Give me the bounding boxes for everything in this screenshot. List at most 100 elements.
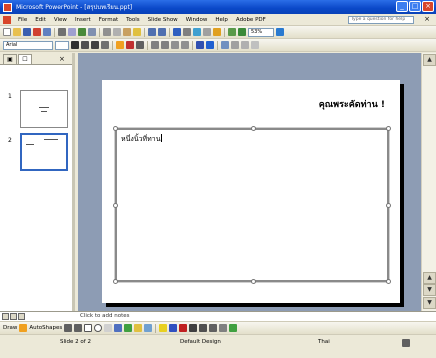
shadow-style-icon[interactable] xyxy=(219,324,228,332)
clip-art-icon[interactable] xyxy=(134,324,143,332)
expand-all-icon[interactable] xyxy=(228,28,236,36)
menu-edit[interactable]: Edit xyxy=(31,17,50,23)
normal-view-icon[interactable] xyxy=(2,313,9,320)
autoshapes-menu[interactable]: AutoShapes xyxy=(29,325,62,331)
print-icon[interactable] xyxy=(58,28,66,36)
slide-title[interactable]: คุณพระคัดท่าน ! xyxy=(102,97,390,111)
font-color-icon[interactable] xyxy=(196,41,204,49)
document-icon[interactable] xyxy=(3,15,11,24)
maximize-button[interactable]: □ xyxy=(409,1,421,12)
minimize-button[interactable]: _ xyxy=(396,1,408,12)
menu-file[interactable]: File xyxy=(14,17,31,23)
paste-icon[interactable] xyxy=(123,28,131,36)
align-left-icon[interactable] xyxy=(116,41,124,49)
menu-help[interactable]: Help xyxy=(211,17,232,23)
select-objects-icon[interactable] xyxy=(19,324,28,332)
picture-icon[interactable] xyxy=(144,324,153,332)
slide-show-icon[interactable] xyxy=(18,313,25,320)
diagram-icon[interactable] xyxy=(124,324,133,332)
open-icon[interactable] xyxy=(13,28,21,36)
resize-handle[interactable] xyxy=(251,126,256,131)
help-search-input[interactable]: Type a question for help xyxy=(348,16,414,24)
bullets-icon[interactable] xyxy=(161,41,169,49)
next-slide-button[interactable]: ▼ xyxy=(423,284,436,296)
scroll-up-button[interactable]: ▲ xyxy=(423,54,436,66)
undo-icon[interactable] xyxy=(148,28,156,36)
resize-handle[interactable] xyxy=(386,126,391,131)
format-painter-icon[interactable] xyxy=(133,28,141,36)
redo-icon[interactable] xyxy=(158,28,166,36)
underline-icon[interactable] xyxy=(91,41,99,49)
resize-handle[interactable] xyxy=(251,279,256,284)
shadow-icon[interactable] xyxy=(101,41,109,49)
italic-icon[interactable] xyxy=(81,41,89,49)
menu-slide-show[interactable]: Slide Show xyxy=(144,17,182,23)
menu-insert[interactable]: Insert xyxy=(71,17,95,23)
numbering-icon[interactable] xyxy=(151,41,159,49)
print-preview-icon[interactable] xyxy=(68,28,76,36)
animation-icon[interactable] xyxy=(251,41,259,49)
save-icon[interactable] xyxy=(23,28,31,36)
increase-font-icon[interactable] xyxy=(171,41,179,49)
design-icon[interactable] xyxy=(206,41,214,49)
font-name-select[interactable]: Arial xyxy=(3,40,53,50)
arrow-style-icon[interactable] xyxy=(209,324,218,332)
text-placeholder[interactable]: หนึ่งนิ้วที่ทาน xyxy=(113,126,391,284)
slide-thumbnail-1[interactable] xyxy=(20,90,68,128)
arrow-icon[interactable] xyxy=(74,324,83,332)
menu-tools[interactable]: Tools xyxy=(122,17,144,23)
email-icon[interactable] xyxy=(43,28,51,36)
line-style-icon[interactable] xyxy=(189,324,198,332)
line-color-icon[interactable] xyxy=(169,324,178,332)
slide-layout-icon[interactable] xyxy=(231,41,239,49)
notes-placeholder[interactable]: Click to add notes xyxy=(80,313,129,319)
copy-icon[interactable] xyxy=(113,28,121,36)
new-icon[interactable] xyxy=(3,28,11,36)
resize-handle[interactable] xyxy=(113,126,118,131)
zoom-select[interactable]: 53% xyxy=(248,27,274,37)
previous-slide-button[interactable]: ▲ xyxy=(423,272,436,284)
spelling-icon[interactable] xyxy=(78,28,86,36)
slide-sorter-icon[interactable] xyxy=(10,313,17,320)
align-center-icon[interactable] xyxy=(126,41,134,49)
fill-color-icon[interactable] xyxy=(159,324,168,332)
cut-icon[interactable] xyxy=(103,28,111,36)
powerpoint-icon[interactable] xyxy=(3,2,12,12)
help-icon[interactable] xyxy=(276,28,284,36)
menu-format[interactable]: Format xyxy=(95,17,122,23)
dash-style-icon[interactable] xyxy=(199,324,208,332)
resize-handle[interactable] xyxy=(386,203,391,208)
new-slide-2-icon[interactable] xyxy=(221,41,229,49)
oval-icon[interactable] xyxy=(94,324,103,332)
resize-handle[interactable] xyxy=(113,279,118,284)
slide-canvas[interactable]: คุณพระคัดท่าน ! หนึ่งนิ้วที่ทาน xyxy=(102,80,400,303)
show-formatting-icon[interactable] xyxy=(238,28,246,36)
tab-outline[interactable]: ▣ xyxy=(3,54,17,64)
tab-slides[interactable]: ☐ xyxy=(18,54,32,64)
close-document-button[interactable]: × xyxy=(424,15,430,23)
outline-icon[interactable] xyxy=(241,41,249,49)
scroll-down-button[interactable]: ▼ xyxy=(423,297,436,309)
new-slide-icon[interactable] xyxy=(213,28,221,36)
rectangle-icon[interactable] xyxy=(84,324,93,332)
permission-icon[interactable] xyxy=(33,28,41,36)
resize-handle[interactable] xyxy=(386,279,391,284)
3d-style-icon[interactable] xyxy=(229,324,238,332)
table-icon[interactable] xyxy=(183,28,191,36)
wordart-icon[interactable] xyxy=(114,324,123,332)
close-button[interactable]: × xyxy=(422,1,434,12)
line-icon[interactable] xyxy=(64,324,73,332)
draw-menu[interactable]: Draw xyxy=(3,325,17,331)
research-icon[interactable] xyxy=(88,28,96,36)
slide-thumbnail-2[interactable] xyxy=(20,133,68,171)
menu-adobe-pdf[interactable]: Adobe PDF xyxy=(232,17,270,23)
tables-borders-icon[interactable] xyxy=(193,28,201,36)
pane-close-button[interactable]: × xyxy=(59,54,65,64)
menu-view[interactable]: View xyxy=(50,17,71,23)
resize-handle[interactable] xyxy=(113,203,118,208)
notes-pane[interactable]: Click to add notes xyxy=(0,311,436,321)
columns-icon[interactable] xyxy=(203,28,211,36)
bold-icon[interactable] xyxy=(71,41,79,49)
vertical-scrollbar[interactable]: ▲ ▲ ▼ ▼ xyxy=(421,53,436,311)
chart-icon[interactable] xyxy=(173,28,181,36)
